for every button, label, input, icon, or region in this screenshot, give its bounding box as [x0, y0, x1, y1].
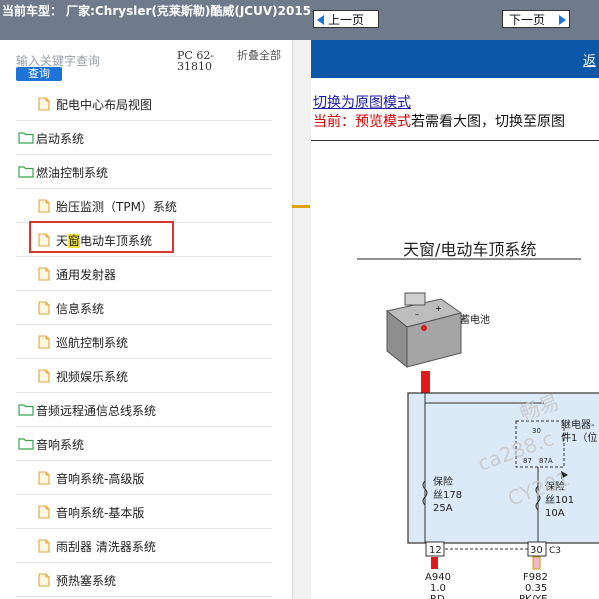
folder-icon [18, 131, 34, 147]
relay-label-2: 件1（位 [561, 431, 597, 444]
tree-item-label: 音频远程通信总线系统 [36, 404, 157, 418]
tree-item-label: 视频娱乐系统 [56, 370, 129, 384]
vehicle-title: 当前车型： 厂家:Chrysler(克莱斯勒)酷威(JCUV)2015 [2, 4, 312, 18]
wire-left-color: RD [430, 594, 445, 599]
wire-right-color: PK/YE [519, 594, 547, 599]
tree-item-label: 预热塞系统 [56, 574, 117, 588]
wire-left-id: A940 [425, 572, 451, 583]
connector-label: C3 [549, 546, 561, 556]
tree-folder-item[interactable]: 音频远程通信总线系统 [16, 394, 272, 427]
tree-file-item[interactable]: 雨刮器 清洗器系统 [16, 530, 272, 563]
folder-icon [18, 165, 34, 181]
wire-right-id: F982 [523, 572, 548, 583]
switch-original-link[interactable]: 切换为原图模式 [313, 92, 411, 112]
battery-wire [421, 371, 430, 393]
tree-file-item[interactable]: 预热塞系统 [16, 564, 272, 597]
tree-folder-item[interactable]: 启动系统 [16, 122, 272, 155]
tree-file-item[interactable]: 音响系统-基本版 [16, 496, 272, 529]
fuse-left-l1: 保险 [433, 475, 453, 488]
mode-suffix: 若需看大图，切换至原图 [411, 114, 565, 130]
battery-label: 蓄电池 [460, 313, 490, 326]
prev-page-label: 上一页 [328, 13, 365, 27]
fuse-right-l3: 10A [545, 508, 565, 519]
tree-item-label: 通用发射器 [56, 268, 117, 282]
wire-right [532, 556, 541, 570]
tree-file-item[interactable]: 信息系统 [16, 292, 272, 325]
document-icon [38, 267, 50, 284]
tree-item-label: 启动系统 [36, 132, 85, 146]
tree-folder-item[interactable]: 燃油控制系统 [16, 156, 272, 189]
arrow-left-icon [317, 15, 324, 25]
tree-item-label: 音响系统-基本版 [56, 506, 145, 520]
relay-pin-87a: 87A [539, 457, 553, 465]
document-icon [38, 573, 50, 590]
tree-file-item[interactable]: 胎压监测（TPM）系统 [16, 190, 272, 223]
tree-file-item[interactable]: 配电中心布局视图 [16, 88, 272, 121]
next-page-button[interactable]: 下一页 [502, 10, 570, 28]
tree-item-label: 胎压监测（TPM）系统 [56, 200, 177, 214]
pin-right-label: 30 [530, 545, 543, 556]
tree-file-item[interactable]: 音响系统-高级版 [16, 462, 272, 495]
mode-prefix: 当前：预览模式 [313, 114, 411, 130]
folder-icon [18, 403, 34, 419]
tree-item-label: 音响系统 [36, 438, 85, 452]
document-icon [38, 471, 50, 488]
tree-item-label: 雨刮器 清洗器系统 [56, 540, 156, 554]
prev-page-button[interactable]: 上一页 [313, 10, 379, 28]
document-icon [38, 369, 50, 386]
svg-text:+: + [435, 304, 442, 313]
mode-status: 当前：预览模式若需看大图，切换至原图 [313, 111, 565, 131]
wire-left-gauge: 1.0 [430, 583, 446, 594]
tree-file-item[interactable]: 巡航控制系统 [16, 326, 272, 359]
tree-item-label: 信息系统 [56, 302, 105, 316]
relay-label-1: 继电器- [561, 418, 595, 431]
selected-item-box [29, 221, 174, 253]
diagram-title: 天窗/电动车顶系统 [403, 240, 536, 259]
pc-code-label: PC 62-31810 [177, 49, 215, 73]
document-icon [38, 199, 50, 216]
tree-file-item[interactable]: 通用发射器 [16, 258, 272, 291]
tree-item-label: 巡航控制系统 [56, 336, 129, 350]
tree-file-item[interactable]: 视频娱乐系统 [16, 360, 272, 393]
document-icon [38, 301, 50, 318]
return-link[interactable]: 返 [583, 50, 596, 69]
wiring-diagram[interactable]: 天窗/电动车顶系统 – + 蓄电池 30 87 87A 继电器- 件1（位 保险… [311, 141, 599, 599]
wire-right-gauge: 0.35 [525, 583, 547, 594]
fuse-left-l2: 丝178 [433, 489, 462, 501]
search-button[interactable]: 查询 [16, 67, 62, 81]
tree-item-label: 燃油控制系统 [36, 166, 109, 180]
document-icon [38, 539, 50, 556]
next-page-label: 下一页 [509, 13, 546, 27]
battery-icon: – + [385, 292, 463, 369]
vertical-scrollbar[interactable] [292, 40, 311, 599]
tree-item-label: 配电中心布局视图 [56, 98, 153, 112]
wire-left [431, 557, 438, 569]
collapse-all-link[interactable]: 折叠全部 [237, 50, 281, 61]
arrow-right-icon [559, 15, 566, 25]
viewer-toolbar [311, 40, 599, 78]
folder-icon [18, 437, 34, 453]
tree-item-label: 音响系统-高级版 [56, 472, 145, 486]
document-icon [38, 97, 50, 114]
svg-text:–: – [415, 310, 419, 319]
scroll-marker [292, 205, 310, 208]
document-icon [38, 505, 50, 522]
fuse-left-l3: 25A [433, 503, 453, 514]
pin-left-label: 12 [429, 545, 442, 556]
document-icon [38, 335, 50, 352]
tree-folder-item[interactable]: 音响系统 [16, 428, 272, 461]
